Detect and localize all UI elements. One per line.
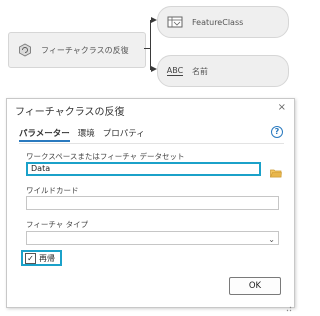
recursive-label: 再帰 [39,253,55,263]
recursive-checkbox-wrap[interactable]: ✓ 再帰 [21,250,62,266]
feature-type-label: フィーチャ タイプ [26,220,89,229]
abc-badge-icon: ABC [166,66,184,76]
workspace-label: ワークスペースまたはフィーチャ データセット [26,152,185,161]
close-icon[interactable]: × [278,102,286,113]
chevron-down-icon: ⌄ [268,235,275,244]
feature-class-label: FeatureClass [192,17,244,27]
workspace-input[interactable]: Data [26,162,261,176]
tab-properties[interactable]: プロパティ [103,127,145,142]
feature-class-output-node[interactable]: FeatureClass [157,6,289,38]
arrow-head [151,66,157,72]
name-label: 名前 [192,66,208,76]
tab-parameters[interactable]: パラメーター [19,127,70,142]
iterate-icon [9,43,41,57]
tab-divider [19,143,284,144]
iterate-tool-label: フィーチャクラスの反復 [41,45,129,55]
iterate-tool-node[interactable]: フィーチャクラスの反復 [8,32,146,68]
resize-grip-icon[interactable] [284,297,292,312]
help-icon[interactable]: ? [271,126,283,138]
folder-browse-icon[interactable] [270,163,282,182]
feature-class-icon [158,16,192,28]
connector-line [150,20,151,70]
feature-type-select[interactable]: ⌄ [26,231,279,245]
tab-bar: パラメーター 環境 プロパティ [19,127,145,142]
wildcard-label: ワイルドカード [26,186,79,195]
iterate-dialog: フィーチャクラスの反復 × パラメーター 環境 プロパティ ? ワークスペースま… [6,98,295,312]
ok-button[interactable]: OK [229,277,281,295]
name-output-node[interactable]: ABC 名前 [157,55,289,87]
dialog-title: フィーチャクラスの反復 [15,107,125,118]
arrow-head [151,17,157,23]
recursive-checkbox[interactable]: ✓ [25,252,36,264]
tab-environments[interactable]: 環境 [78,127,95,142]
wildcard-input[interactable] [26,196,279,210]
